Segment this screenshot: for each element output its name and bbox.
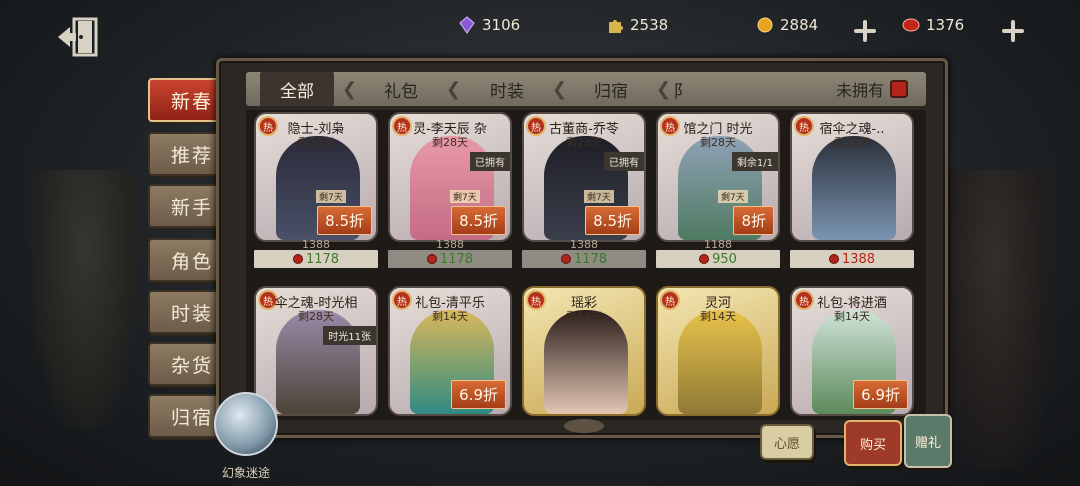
item-remaining-time: 剩28天 xyxy=(834,136,870,149)
currency-purple: 3106 xyxy=(458,16,520,34)
price-bar: 1178 xyxy=(522,250,646,268)
currency-gold: 2884 xyxy=(756,16,818,34)
red-echo-icon xyxy=(699,254,710,264)
currency-red-value: 1376 xyxy=(926,16,965,34)
price-bar: 1178 xyxy=(388,250,512,268)
item-card[interactable]: 热 礼包-将进酒 剩14天 6.9折 xyxy=(790,286,914,416)
item-remaining-time: 剩14天 xyxy=(700,310,736,323)
filter-gift-pack[interactable]: 礼包 xyxy=(366,72,436,106)
item-card[interactable]: 热 隐士-刘枭 剩28天 剩7天 8.5折 xyxy=(254,112,378,242)
price-bar: 950 xyxy=(656,250,780,268)
item-remaining-time: 剩14天 xyxy=(834,310,870,323)
discount-remaining-time: 剩7天 xyxy=(718,190,748,203)
gift-button[interactable]: 赠礼 xyxy=(904,414,952,468)
back-button[interactable] xyxy=(52,14,104,60)
discount-remaining-time: 剩7天 xyxy=(316,190,346,203)
item-remaining-time: 剩28天 xyxy=(432,136,468,149)
filter-costume[interactable]: 时装 xyxy=(472,72,542,106)
red-echo-icon xyxy=(560,254,571,264)
gold-coin-icon xyxy=(757,17,773,33)
exit-door-icon xyxy=(58,17,98,57)
red-echo-icon xyxy=(902,18,920,32)
filter-all[interactable]: 全部 xyxy=(260,72,334,106)
background-figure-left xyxy=(30,170,140,430)
item-card[interactable]: 热 馆之门 时光 剩28天 剩余1/1 剩7天 8折 xyxy=(656,112,780,242)
buy-button[interactable]: 购买 xyxy=(844,420,902,466)
character-art xyxy=(544,310,628,414)
discount-badge: 8.5折 xyxy=(585,206,640,235)
not-owned-checkbox[interactable] xyxy=(890,80,909,98)
illusion-maze-orb-button[interactable] xyxy=(214,392,278,456)
price-bar: 1178 xyxy=(254,250,378,268)
price-value: 1388 xyxy=(841,251,876,267)
item-grid: 热 隐士-刘枭 剩28天 剩7天 8.5折 1388 1178 热 灵-李天辰 … xyxy=(246,110,926,420)
item-remaining-time: 剩14天 xyxy=(566,310,602,323)
item-remaining-time: 剩14天 xyxy=(432,310,468,323)
price-value: 1178 xyxy=(305,251,340,267)
price-value: 1178 xyxy=(573,251,608,267)
discount-badge: 6.9折 xyxy=(853,380,908,409)
item-card[interactable]: 热 灵-李天辰 杂 剩28天 已拥有 剩7天 8.5折 xyxy=(388,112,512,242)
filter-more[interactable]: 阝 xyxy=(672,72,692,106)
currency-puzzle-value: 2538 xyxy=(630,16,669,34)
currency-gold-value: 2884 xyxy=(780,16,819,34)
filter-separator: ❮ xyxy=(552,79,568,100)
red-echo-icon xyxy=(292,254,303,264)
add-red-button[interactable] xyxy=(1000,18,1026,44)
filter-home[interactable]: 归宿 xyxy=(576,72,646,106)
currency-red: 1376 xyxy=(902,16,964,34)
item-card[interactable]: 热 宿伞之魂-.. 剩28天 xyxy=(790,112,914,242)
filter-separator: ❮ xyxy=(656,79,672,100)
item-card[interactable]: 热 礼包-清平乐 剩14天 6.9折 xyxy=(388,286,512,416)
item-card[interactable]: 热 灵河 剩14天 xyxy=(656,286,780,416)
wish-button[interactable]: 心愿 xyxy=(760,424,814,460)
currency-bar: 3106 2538 2884 1376 xyxy=(450,16,1060,48)
item-card[interactable]: 热 伞之魂-时光相 剩28天 时光11张 xyxy=(254,286,378,416)
discount-remaining-time: 剩7天 xyxy=(450,190,480,203)
not-owned-filter[interactable]: 未拥有 xyxy=(836,72,909,106)
owned-tag: 已拥有 xyxy=(470,152,510,171)
currency-purple-value: 3106 xyxy=(482,16,521,34)
red-echo-icon xyxy=(426,254,437,264)
price-bar: 1388 xyxy=(790,250,914,268)
currency-puzzle: 2538 xyxy=(606,16,668,34)
item-remaining-time: 剩28天 xyxy=(298,310,334,323)
discount-badge: 8折 xyxy=(733,206,774,235)
price-value: 1178 xyxy=(439,251,474,267)
discount-badge: 8.5折 xyxy=(451,206,506,235)
price-value: 950 xyxy=(712,251,737,267)
discount-remaining-time: 剩7天 xyxy=(584,190,614,203)
not-owned-label: 未拥有 xyxy=(836,81,885,100)
item-card[interactable]: 热 古董商-乔苓 剩28天 已拥有 剩7天 8.5折 xyxy=(522,112,646,242)
red-echo-icon xyxy=(828,254,839,264)
item-remaining-time: 剩28天 xyxy=(566,136,602,149)
filter-bar: 全部 ❮ 礼包 ❮ 时装 ❮ 归宿 ❮ 阝 未拥有 xyxy=(246,72,926,106)
stock-tag: 时光11张 xyxy=(323,326,376,345)
panel-ornament xyxy=(564,419,604,433)
puzzle-piece-icon xyxy=(609,20,623,33)
discount-badge: 8.5折 xyxy=(317,206,372,235)
item-art xyxy=(678,310,762,414)
illusion-maze-label: 幻象迷途 xyxy=(221,466,270,480)
item-card[interactable]: 热 瑶彩 剩14天 xyxy=(522,286,646,416)
filter-separator: ❮ xyxy=(342,79,358,100)
owned-tag: 已拥有 xyxy=(604,152,644,171)
item-remaining-time: 剩28天 xyxy=(700,136,736,149)
filter-separator: ❮ xyxy=(446,79,462,100)
discount-badge: 6.9折 xyxy=(451,380,506,409)
add-gold-button[interactable] xyxy=(852,18,878,44)
item-remaining-time: 剩28天 xyxy=(298,136,334,149)
background-figure-right xyxy=(935,170,1055,470)
purple-gem-icon xyxy=(459,16,475,34)
stock-tag: 剩余1/1 xyxy=(731,152,778,171)
character-art xyxy=(812,136,896,240)
